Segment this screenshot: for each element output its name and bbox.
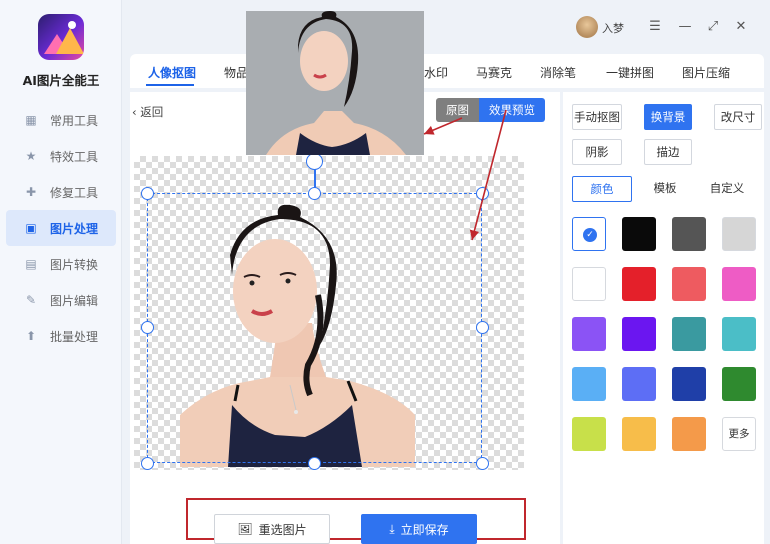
sidebar-item-label: 图片转换	[50, 257, 99, 272]
resize-handle-right[interactable]	[476, 321, 489, 334]
color-swatch[interactable]	[622, 417, 656, 451]
tab-compress[interactable]: 图片压缩	[682, 64, 730, 81]
subtab-template[interactable]: 模板	[640, 176, 690, 202]
view-toggle: 原图 效果预览	[436, 98, 545, 122]
more-colors-button[interactable]: 更多	[722, 417, 756, 451]
toggle-preview[interactable]: 效果预览	[479, 98, 545, 122]
tab-object[interactable]: 物品	[224, 64, 248, 81]
tab-collage[interactable]: 一键拼图	[606, 64, 654, 81]
sidebar-nav: ▦ 常用工具 ★ 特效工具 ✚ 修复工具 ▣ 图片处理 ▤ 图片转换 ✎ 图片编…	[6, 102, 116, 354]
title-bar: 入梦 ☰ — ⤢ ✕	[130, 6, 764, 48]
sidebar-item-label: 图片处理	[50, 221, 99, 236]
back-button[interactable]: ‹ 返回	[132, 104, 163, 120]
active-tab-indicator	[146, 84, 194, 86]
color-swatch[interactable]	[722, 317, 756, 351]
sidebar-item-label: 常用工具	[50, 113, 99, 128]
subtab-color[interactable]: 颜色	[572, 176, 632, 202]
star-icon: ★	[25, 149, 37, 163]
sidebar-item-repair-tools[interactable]: ✚ 修复工具	[6, 174, 116, 210]
color-swatch[interactable]	[622, 217, 656, 251]
color-swatch[interactable]	[572, 267, 606, 301]
resize-button[interactable]: 改尺寸	[714, 104, 762, 130]
sidebar-item-common-tools[interactable]: ▦ 常用工具	[6, 102, 116, 138]
resize-handle-top-right[interactable]	[476, 187, 489, 200]
sidebar-item-label: 特效工具	[50, 149, 99, 164]
sidebar-item-label: 图片编辑	[50, 293, 99, 308]
stroke-button[interactable]: 描边	[644, 139, 692, 165]
color-swatch[interactable]	[722, 267, 756, 301]
maximize-icon[interactable]: ⤢	[704, 18, 722, 36]
color-swatch[interactable]	[622, 267, 656, 301]
batch-icon: ⬆	[25, 329, 37, 343]
color-swatch[interactable]	[722, 217, 756, 251]
resize-handle-left[interactable]	[141, 321, 154, 334]
resize-handle-top[interactable]	[308, 187, 321, 200]
color-swatch[interactable]	[672, 367, 706, 401]
color-swatch[interactable]	[572, 367, 606, 401]
resize-handle-top-left[interactable]	[141, 187, 154, 200]
color-swatch[interactable]	[672, 317, 706, 351]
sidebar-item-batch[interactable]: ⬆ 批量处理	[6, 318, 116, 354]
download-icon: ⤓	[389, 521, 395, 536]
tab-eraser[interactable]: 消除笔	[540, 64, 576, 81]
color-swatch[interactable]	[672, 417, 706, 451]
menu-icon[interactable]: ☰	[646, 18, 664, 36]
color-swatch[interactable]	[672, 217, 706, 251]
color-swatch[interactable]	[722, 367, 756, 401]
minimize-icon[interactable]: —	[676, 18, 694, 36]
resize-handle-bottom-right[interactable]	[476, 457, 489, 470]
grid-icon: ▦	[25, 113, 37, 127]
check-icon: ✓	[583, 228, 597, 242]
color-swatch[interactable]	[572, 417, 606, 451]
avatar[interactable]	[576, 16, 598, 38]
reselect-image-button[interactable]: 🖼 重选图片	[214, 514, 330, 544]
function-tabs: 人像抠图 物品 水印 马赛克 消除笔 一键拼图 图片压缩	[130, 54, 764, 88]
convert-icon: ▤	[25, 257, 37, 271]
tab-portrait-cutout[interactable]: 人像抠图	[148, 64, 196, 81]
resize-handle-bottom-left[interactable]	[141, 457, 154, 470]
tab-mosaic[interactable]: 马赛克	[476, 64, 512, 81]
crop-selection-box[interactable]	[147, 193, 482, 463]
save-now-button[interactable]: ⤓ 立即保存	[361, 514, 477, 544]
sidebar-item-image-edit[interactable]: ✎ 图片编辑	[6, 282, 116, 318]
rotate-handle[interactable]	[306, 153, 323, 170]
resize-handle-bottom[interactable]	[308, 457, 321, 470]
image-process-icon: ▣	[25, 221, 37, 235]
change-background-button[interactable]: 换背景	[644, 104, 692, 130]
color-swatch[interactable]	[622, 317, 656, 351]
toggle-original[interactable]: 原图	[436, 98, 479, 122]
color-swatch-transparent[interactable]: ✓	[572, 217, 606, 251]
edit-icon: ✎	[25, 293, 37, 307]
sidebar: AI图片全能王 ▦ 常用工具 ★ 特效工具 ✚ 修复工具 ▣ 图片处理 ▤ 图片…	[0, 0, 122, 544]
app-title: AI图片全能王	[22, 73, 100, 88]
sidebar-item-image-convert[interactable]: ▤ 图片转换	[6, 246, 116, 282]
close-icon[interactable]: ✕	[732, 18, 750, 36]
sidebar-item-effect-tools[interactable]: ★ 特效工具	[6, 138, 116, 174]
color-swatch[interactable]	[572, 317, 606, 351]
manual-cutout-button[interactable]: 手动抠图	[572, 104, 622, 130]
shadow-button[interactable]: 阴影	[572, 139, 622, 165]
sidebar-item-image-process[interactable]: ▣ 图片处理	[6, 210, 116, 246]
app-logo	[38, 14, 84, 60]
sidebar-item-label: 修复工具	[50, 185, 99, 200]
sidebar-item-label: 批量处理	[50, 329, 99, 344]
subtab-custom[interactable]: 自定义	[702, 176, 752, 202]
color-swatch[interactable]	[622, 367, 656, 401]
original-image-preview	[246, 11, 424, 155]
color-swatch[interactable]	[672, 267, 706, 301]
user-name[interactable]: 入梦	[602, 20, 624, 36]
bandage-icon: ✚	[25, 185, 37, 199]
image-icon: 🖼	[237, 522, 253, 536]
tab-watermark[interactable]: 水印	[424, 64, 448, 81]
